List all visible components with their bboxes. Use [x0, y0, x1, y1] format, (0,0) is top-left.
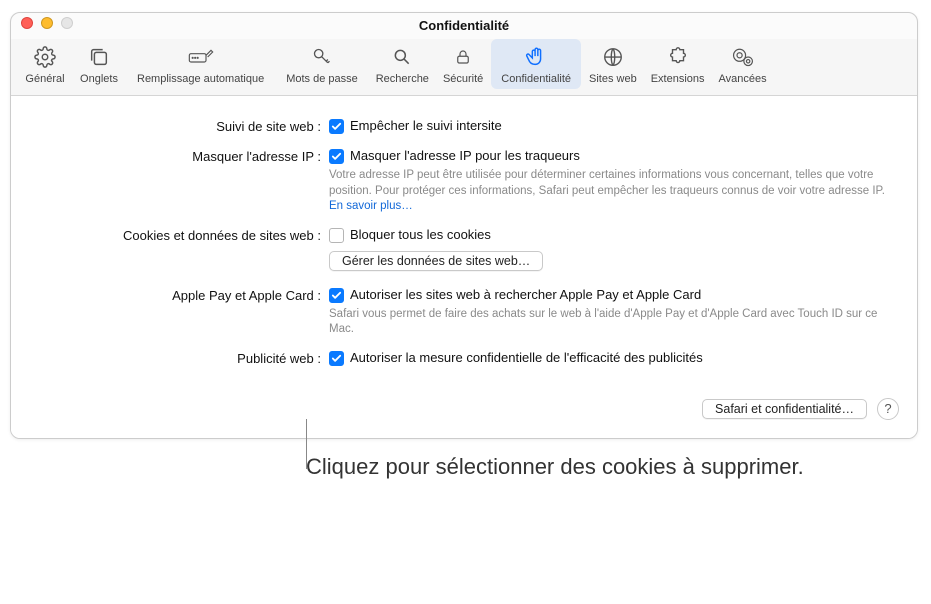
tab-label: Confidentialité [501, 73, 571, 85]
row-label-ads: Publicité web : [29, 350, 329, 366]
callout-text: Cliquez pour sélectionner des cookies à … [306, 453, 921, 481]
help-button[interactable]: ? [877, 398, 899, 420]
checkbox-label: Autoriser la mesure confidentielle de l'… [350, 350, 703, 365]
tab-websites[interactable]: Sites web [583, 39, 643, 89]
tab-label: Mots de passe [286, 73, 358, 85]
manage-website-data-button[interactable]: Gérer les données de sites web… [329, 251, 543, 271]
tab-general[interactable]: Général [19, 39, 71, 89]
checkbox-prevent-tracking[interactable] [329, 119, 344, 134]
tab-label: Remplissage automatique [137, 73, 264, 85]
pencil-icon [187, 43, 215, 71]
tab-search[interactable]: Recherche [370, 39, 435, 89]
checkbox-label: Bloquer tous les cookies [350, 227, 491, 242]
lock-icon [449, 43, 477, 71]
window-title: Confidentialité [11, 18, 917, 33]
row-label-applepay: Apple Pay et Apple Card : [29, 287, 329, 303]
preferences-window: Confidentialité Général Onglets Rempliss… [10, 12, 918, 439]
callout: Cliquez pour sélectionner des cookies à … [306, 453, 921, 481]
applepay-description: Safari vous permet de faire des achats s… [329, 307, 899, 338]
tab-extensions[interactable]: Extensions [645, 39, 711, 89]
about-privacy-button[interactable]: Safari et confidentialité… [702, 399, 867, 419]
checkbox-label: Empêcher le suivi intersite [350, 118, 502, 133]
key-icon [308, 43, 336, 71]
tab-label: Avancées [719, 73, 767, 85]
tab-security[interactable]: Sécurité [437, 39, 489, 89]
row-label-hideip: Masquer l'adresse IP : [29, 148, 329, 164]
callout-leader-line [306, 419, 307, 469]
content-pane: Suivi de site web : Empêcher le suivi in… [11, 96, 917, 438]
tab-label: Extensions [651, 73, 705, 85]
checkbox-allow-ad-measure[interactable] [329, 351, 344, 366]
tab-label: Sécurité [443, 73, 483, 85]
checkbox-allow-applepay[interactable] [329, 288, 344, 303]
gears-icon [729, 43, 757, 71]
tab-tabs[interactable]: Onglets [73, 39, 125, 89]
puzzle-icon [664, 43, 692, 71]
tab-advanced[interactable]: Avancées [713, 39, 773, 89]
hand-icon [522, 43, 550, 71]
tab-autofill[interactable]: Remplissage automatique [127, 39, 274, 89]
tab-label: Recherche [376, 73, 429, 85]
globe-icon [599, 43, 627, 71]
checkbox-label: Masquer l'adresse IP pour les traqueurs [350, 148, 580, 163]
toolbar: Général Onglets Remplissage automatique … [11, 39, 917, 96]
tab-label: Sites web [589, 73, 637, 85]
tab-label: Général [25, 73, 64, 85]
checkbox-hide-ip[interactable] [329, 149, 344, 164]
checkbox-label: Autoriser les sites web à rechercher App… [350, 287, 701, 302]
titlebar: Confidentialité [11, 13, 917, 39]
learn-more-link[interactable]: En savoir plus… [329, 200, 413, 212]
tab-label: Onglets [80, 73, 118, 85]
gear-icon [31, 43, 59, 71]
row-label-tracking: Suivi de site web : [29, 118, 329, 134]
row-label-cookies: Cookies et données de sites web : [29, 227, 329, 243]
tab-privacy[interactable]: Confidentialité [491, 39, 581, 89]
tabs-icon [85, 43, 113, 71]
tab-passwords[interactable]: Mots de passe [276, 39, 368, 89]
hideip-description: Votre adresse IP peut être utilisée pour… [329, 168, 899, 215]
checkbox-block-cookies[interactable] [329, 228, 344, 243]
search-icon [388, 43, 416, 71]
